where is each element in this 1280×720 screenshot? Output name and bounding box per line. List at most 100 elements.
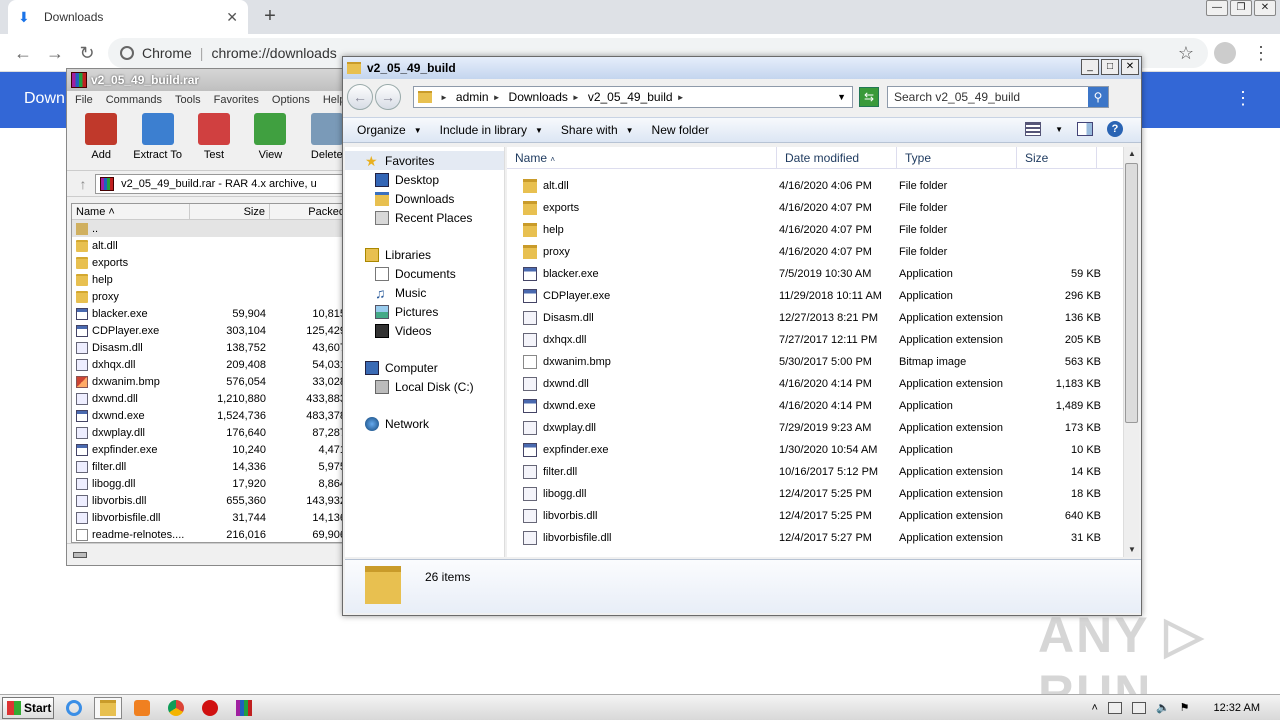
winrar-titlebar[interactable]: v2_05_49_build.rar (67, 69, 355, 91)
table-row[interactable]: CDPlayer.exe 303,104 125,429 (72, 322, 354, 339)
include-in-library-button[interactable]: Include in library ▼ (440, 123, 543, 137)
nav-item-music[interactable]: ♫ Music (345, 283, 504, 302)
nav-libraries[interactable]: Libraries (345, 245, 504, 264)
column-packed[interactable]: Packed (270, 204, 350, 219)
table-row[interactable]: proxy 4/16/2020 4:07 PM File folder (507, 241, 1123, 263)
nav-item-downloads[interactable]: Downloads (345, 189, 504, 208)
menu-commands[interactable]: Commands (106, 94, 162, 106)
table-row[interactable]: filter.dll 10/16/2017 5:12 PM Application … (507, 461, 1123, 483)
chevron-down-icon[interactable]: ▼ (837, 92, 846, 102)
table-row[interactable]: alt.dll 4/16/2020 4:06 PM File folder (507, 175, 1123, 197)
organize-button[interactable]: Organize ▼ (357, 123, 422, 137)
search-icon[interactable]: ⚲ (1088, 87, 1108, 107)
volume-icon[interactable]: 🔈 (1156, 701, 1170, 714)
breadcrumb-admin[interactable]: admin (456, 90, 489, 104)
site-info-icon[interactable] (120, 46, 134, 60)
table-row[interactable]: blacker.exe 59,904 10,815 (72, 305, 354, 322)
nav-item-pictures[interactable]: Pictures (345, 302, 504, 321)
nav-item-videos[interactable]: Videos (345, 321, 504, 340)
preview-pane-icon[interactable] (1077, 122, 1093, 136)
more-actions-icon[interactable]: ⋮ (1234, 88, 1252, 109)
vertical-scrollbar[interactable]: ▲ ▼ (1123, 147, 1139, 557)
table-row[interactable]: Disasm.dll 12/27/2013 8:21 PM Application … (507, 307, 1123, 329)
search-input[interactable]: Search v2_05_49_build ⚲ (887, 86, 1109, 108)
tool-add-button[interactable]: Add (73, 109, 129, 170)
minimize-button[interactable]: — (1206, 0, 1228, 16)
column-date-modified[interactable]: Date modified (777, 147, 897, 168)
table-row[interactable]: dxwnd.dll 1,210,880 433,883 (72, 390, 354, 407)
new-folder-button[interactable]: New folder (652, 123, 709, 137)
back-button[interactable]: ← (347, 84, 373, 110)
menu-favorites[interactable]: Favorites (214, 94, 259, 106)
column-size[interactable]: Size (190, 204, 270, 219)
table-row[interactable]: dxwanim.bmp 576,054 33,028 (72, 373, 354, 390)
chevron-right-icon[interactable]: ► (493, 93, 501, 102)
nav-item-desktop[interactable]: Desktop (345, 170, 504, 189)
star-icon[interactable]: ☆ (1178, 43, 1194, 64)
clock[interactable]: 12:32 AM (1214, 702, 1260, 714)
table-row[interactable]: expfinder.exe 10,240 4,471 (72, 441, 354, 458)
table-row[interactable]: libogg.dll 17,920 8,864 (72, 475, 354, 492)
table-row[interactable]: blacker.exe 7/5/2019 10:30 AM Application 5… (507, 263, 1123, 285)
column-type[interactable]: Type (897, 147, 1017, 168)
taskbar-internet-explorer[interactable] (60, 697, 88, 719)
nav-network[interactable]: Network (345, 414, 504, 433)
chevron-right-icon[interactable]: ► (440, 93, 448, 102)
menu-options[interactable]: Options (272, 94, 310, 106)
help-icon[interactable]: ? (1107, 121, 1123, 137)
share-with-button[interactable]: Share with ▼ (561, 123, 634, 137)
change-view-icon[interactable] (1025, 122, 1042, 136)
table-row[interactable]: help 4/16/2020 4:07 PM File folder (507, 219, 1123, 241)
kebab-menu-icon[interactable]: ⋮ (1252, 42, 1270, 64)
scroll-up-icon[interactable]: ▲ (1124, 147, 1140, 161)
table-row[interactable]: Disasm.dll 138,752 43,607 (72, 339, 354, 356)
breadcrumb-current[interactable]: v2_05_49_build (588, 90, 673, 104)
table-row[interactable]: libvorbisfile.dll 31,744 14,136 (72, 509, 354, 526)
table-row[interactable]: exports (72, 254, 354, 271)
back-button[interactable]: ← (12, 42, 34, 64)
table-row[interactable]: libvorbis.dll 12/4/2017 5:25 PM Applicatio… (507, 505, 1123, 527)
table-row[interactable]: expfinder.exe 1/30/2020 10:54 AM Applicati… (507, 439, 1123, 461)
up-arrow-icon[interactable]: ↑ (71, 176, 95, 192)
taskbar-chrome[interactable] (162, 697, 190, 719)
archive-path-field[interactable]: v2_05_49_build.rar - RAR 4.x archive, u (95, 173, 355, 194)
tool-extract-to-button[interactable]: Extract To (129, 109, 185, 170)
tool-view-button[interactable]: View (242, 109, 298, 170)
column-name[interactable]: Name ˄ (507, 147, 777, 168)
scrollbar-thumb[interactable] (1125, 163, 1138, 423)
table-row[interactable]: dxwnd.exe 1,524,736 483,378 (72, 407, 354, 424)
close-button[interactable]: ✕ (1254, 0, 1276, 16)
table-row[interactable]: alt.dll (72, 237, 354, 254)
breadcrumb-downloads[interactable]: Downloads (509, 90, 568, 104)
nav-item-local-disk-c[interactable]: Local Disk (C:) (345, 377, 504, 396)
nav-item-documents[interactable]: Documents (345, 264, 504, 283)
nav-favorites[interactable]: ★ Favorites (345, 151, 504, 170)
new-tab-button[interactable]: + (258, 4, 282, 28)
table-row[interactable]: dxhqx.dll 209,408 54,031 (72, 356, 354, 373)
breadcrumb[interactable]: ► admin ► Downloads ► v2_05_49_build ► ▼ (413, 86, 853, 108)
table-row[interactable]: dxwnd.dll 4/16/2020 4:14 PM Application ex… (507, 373, 1123, 395)
column-name[interactable]: Name ˄ (72, 204, 190, 219)
action-center-icon[interactable] (1131, 701, 1146, 714)
taskbar-winrar[interactable] (230, 697, 258, 719)
taskbar-explorer[interactable] (94, 696, 122, 719)
table-row[interactable]: help (72, 271, 354, 288)
tab-close-button[interactable]: ✕ (226, 9, 238, 26)
forward-button[interactable]: → (44, 42, 66, 64)
minimize-button[interactable]: _ (1081, 59, 1099, 75)
table-row[interactable]: dxwanim.bmp 5/30/2017 5:00 PM Bitmap image… (507, 351, 1123, 373)
start-button[interactable]: Start (2, 696, 54, 719)
tab-downloads[interactable]: ⬇ Downloads ✕ (8, 0, 248, 34)
menu-tools[interactable]: Tools (175, 94, 201, 106)
explorer-titlebar[interactable]: v2_05_49_build (343, 57, 1141, 79)
table-row[interactable]: dxhqx.dll 7/27/2017 12:11 PM Application e… (507, 329, 1123, 351)
show-hidden-icons-icon[interactable]: ˄ (1092, 702, 1098, 714)
scroll-down-icon[interactable]: ▼ (1124, 543, 1140, 557)
chevron-right-icon[interactable]: ► (572, 93, 580, 102)
restore-button[interactable]: ❐ (1230, 0, 1252, 16)
menu-file[interactable]: File (75, 94, 93, 106)
reload-button[interactable]: ↻ (76, 42, 98, 64)
maximize-button[interactable]: □ (1101, 59, 1119, 75)
column-size[interactable]: Size (1017, 147, 1097, 168)
refresh-button[interactable]: ⇆ (859, 87, 879, 107)
